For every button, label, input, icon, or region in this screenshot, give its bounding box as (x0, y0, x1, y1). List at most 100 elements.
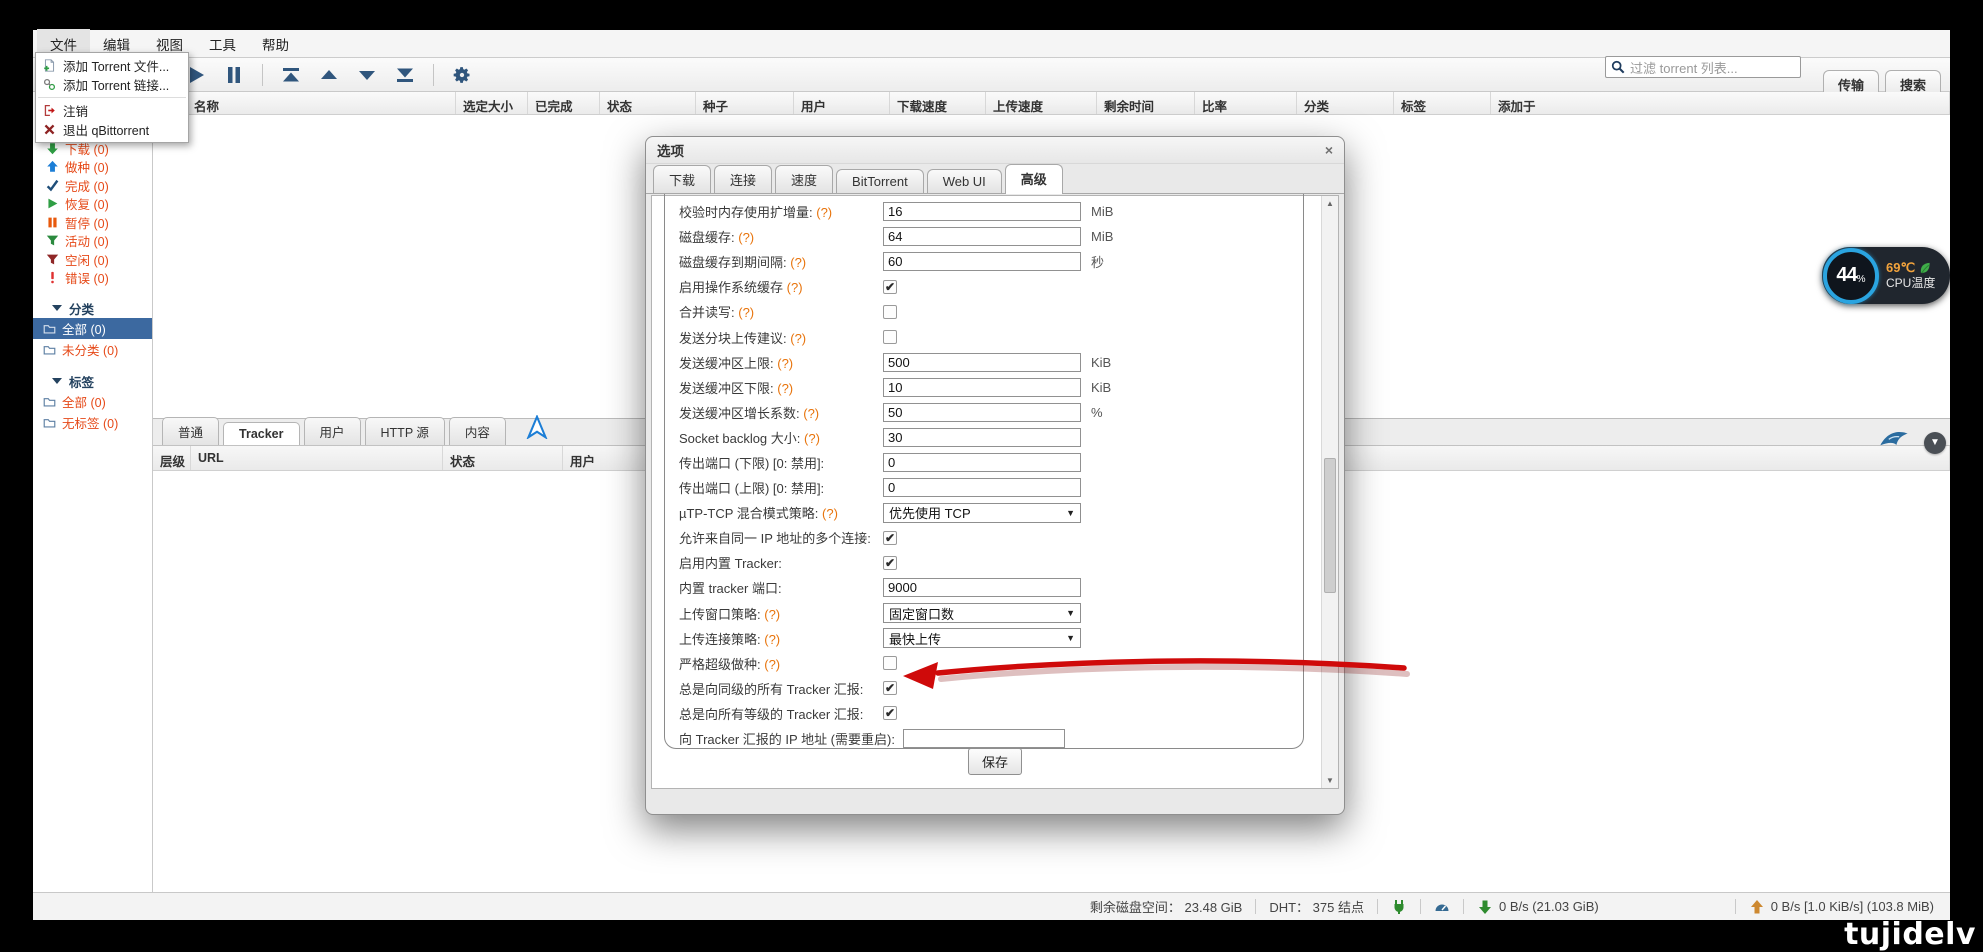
sidebar-tag-item[interactable]: 全部 (0) (33, 391, 152, 412)
column-header[interactable]: 选定大小 (456, 92, 528, 114)
close-icon[interactable]: × (1325, 142, 1333, 158)
option-input[interactable] (883, 403, 1081, 422)
option-input[interactable] (883, 428, 1081, 447)
sidebar-filter-item[interactable]: 恢复 (0) (33, 195, 152, 214)
move-bottom-button[interactable] (392, 62, 418, 88)
blue-bird-icon[interactable] (1878, 427, 1910, 458)
options-tab-连接[interactable]: 连接 (714, 165, 772, 193)
column-header[interactable]: 比率 (1195, 92, 1297, 114)
option-input[interactable] (883, 478, 1081, 497)
help-link[interactable]: (?) (803, 406, 819, 421)
help-link[interactable]: (?) (816, 205, 832, 220)
option-input[interactable] (883, 353, 1081, 372)
dialog-title-bar[interactable]: 选项 × (646, 137, 1344, 164)
option-input[interactable] (883, 202, 1081, 221)
tracker-column-header[interactable]: 状态 (443, 446, 563, 470)
sidebar-filter-item[interactable]: 暂停 (0) (33, 213, 152, 232)
option-select[interactable]: 优先使用 TCP▼ (883, 503, 1081, 523)
sidebar-category-item[interactable]: 未分类 (0) (33, 339, 152, 360)
column-header[interactable]: 已完成 (528, 92, 600, 114)
menu-tools[interactable]: 工具 (196, 29, 249, 59)
option-checkbox[interactable]: ✔ (883, 531, 897, 545)
scroll-up-arrow[interactable]: ▲ (1322, 196, 1338, 211)
detail-tab-普通[interactable]: 普通 (162, 417, 219, 445)
option-input[interactable] (883, 227, 1081, 246)
help-link[interactable]: (?) (777, 381, 793, 396)
scrollbar-thumb[interactable] (1324, 458, 1336, 593)
options-tab-Web UI[interactable]: Web UI (927, 169, 1002, 193)
save-button[interactable]: 保存 (968, 748, 1022, 775)
tracker-column-header[interactable]: URL (191, 446, 443, 470)
tags-header[interactable]: 标签 (33, 371, 152, 391)
column-header[interactable]: 上传速度 (986, 92, 1097, 114)
option-checkbox[interactable]: ✔ (883, 556, 897, 570)
help-link[interactable]: (?) (764, 607, 780, 622)
menu-help[interactable]: 帮助 (249, 29, 302, 59)
column-header[interactable]: 状态 (600, 92, 696, 114)
menu-item-add-torrent-file[interactable]: 添加 Torrent 文件... (36, 56, 188, 75)
help-link[interactable]: (?) (764, 657, 780, 672)
help-link[interactable]: (?) (822, 506, 838, 521)
categories-header[interactable]: 分类 (33, 298, 152, 318)
help-link[interactable]: (?) (777, 356, 793, 371)
move-down-button[interactable] (354, 62, 380, 88)
move-up-button[interactable] (316, 62, 342, 88)
menu-item-exit[interactable]: 退出 qBittorrent (36, 120, 188, 139)
dialog-scrollbar[interactable]: ▲ ▼ (1321, 196, 1338, 788)
column-header[interactable]: 添加于 (1491, 92, 1950, 114)
column-header[interactable]: 剩余时间 (1097, 92, 1195, 114)
torrent-filter-search[interactable]: 过滤 torrent 列表... (1605, 56, 1801, 78)
connection-status[interactable] (1391, 899, 1407, 915)
options-tab-BitTorrent[interactable]: BitTorrent (836, 169, 924, 193)
help-link[interactable]: (?) (790, 331, 806, 346)
option-input[interactable] (883, 378, 1081, 397)
speed-limits-toggle[interactable] (1434, 899, 1450, 915)
sidebar-tag-item[interactable]: 无标签 (0) (33, 412, 152, 433)
option-input[interactable] (883, 453, 1081, 472)
options-tab-速度[interactable]: 速度 (775, 165, 833, 193)
cpu-temp-widget[interactable]: 44 % 69℃ CPU温度 (1822, 247, 1950, 304)
sidebar-filter-item[interactable]: 错误 (0) (33, 269, 152, 288)
detail-tab-HTTP 源[interactable]: HTTP 源 (365, 417, 445, 445)
sidebar-category-item[interactable]: 全部 (0) (33, 318, 152, 339)
option-input[interactable] (883, 578, 1081, 597)
collapse-panel-button[interactable]: ▼ (1924, 432, 1946, 454)
column-header[interactable]: 标签 (1394, 92, 1491, 114)
pause-button[interactable] (221, 62, 247, 88)
sidebar-filter-item[interactable]: 做种 (0) (33, 158, 152, 177)
menu-item-logout[interactable]: 注销 (36, 101, 188, 120)
option-select[interactable]: 最快上传▼ (883, 628, 1081, 648)
option-checkbox[interactable] (883, 656, 897, 670)
column-header[interactable]: 下载速度 (890, 92, 986, 114)
help-link[interactable]: (?) (787, 280, 803, 295)
menu-item-add-torrent-link[interactable]: 添加 Torrent 链接... (36, 75, 188, 94)
move-top-button[interactable] (278, 62, 304, 88)
option-checkbox[interactable]: ✔ (883, 681, 897, 695)
column-header[interactable]: 分类 (1297, 92, 1394, 114)
detail-tab-用户[interactable]: 用户 (304, 417, 361, 445)
option-checkbox[interactable] (883, 330, 897, 344)
column-header[interactable]: 用户 (794, 92, 890, 114)
option-checkbox[interactable]: ✔ (883, 280, 897, 294)
options-tab-高级[interactable]: 高级 (1005, 164, 1063, 194)
detail-tab-内容[interactable]: 内容 (449, 417, 506, 445)
option-checkbox[interactable]: ✔ (883, 706, 897, 720)
help-link[interactable]: (?) (764, 632, 780, 647)
options-gear-button[interactable] (449, 62, 475, 88)
tracker-column-header[interactable]: 层级 (153, 446, 191, 470)
options-tab-下载[interactable]: 下载 (653, 165, 711, 193)
sidebar-filter-item[interactable]: 空闲 (0) (33, 250, 152, 269)
scroll-down-arrow[interactable]: ▼ (1322, 773, 1338, 788)
option-select[interactable]: 固定窗口数▼ (883, 603, 1081, 623)
option-input[interactable] (883, 252, 1081, 271)
column-header[interactable]: 种子 (696, 92, 794, 114)
help-link[interactable]: (?) (738, 305, 754, 320)
sidebar-filter-item[interactable]: 完成 (0) (33, 176, 152, 195)
help-link[interactable]: (?) (804, 431, 820, 446)
sidebar-filter-item[interactable]: 活动 (0) (33, 232, 152, 251)
help-link[interactable]: (?) (790, 255, 806, 270)
option-checkbox[interactable] (883, 305, 897, 319)
option-input[interactable] (903, 729, 1065, 748)
detail-tab-Tracker[interactable]: Tracker (223, 422, 299, 445)
help-link[interactable]: (?) (738, 230, 754, 245)
